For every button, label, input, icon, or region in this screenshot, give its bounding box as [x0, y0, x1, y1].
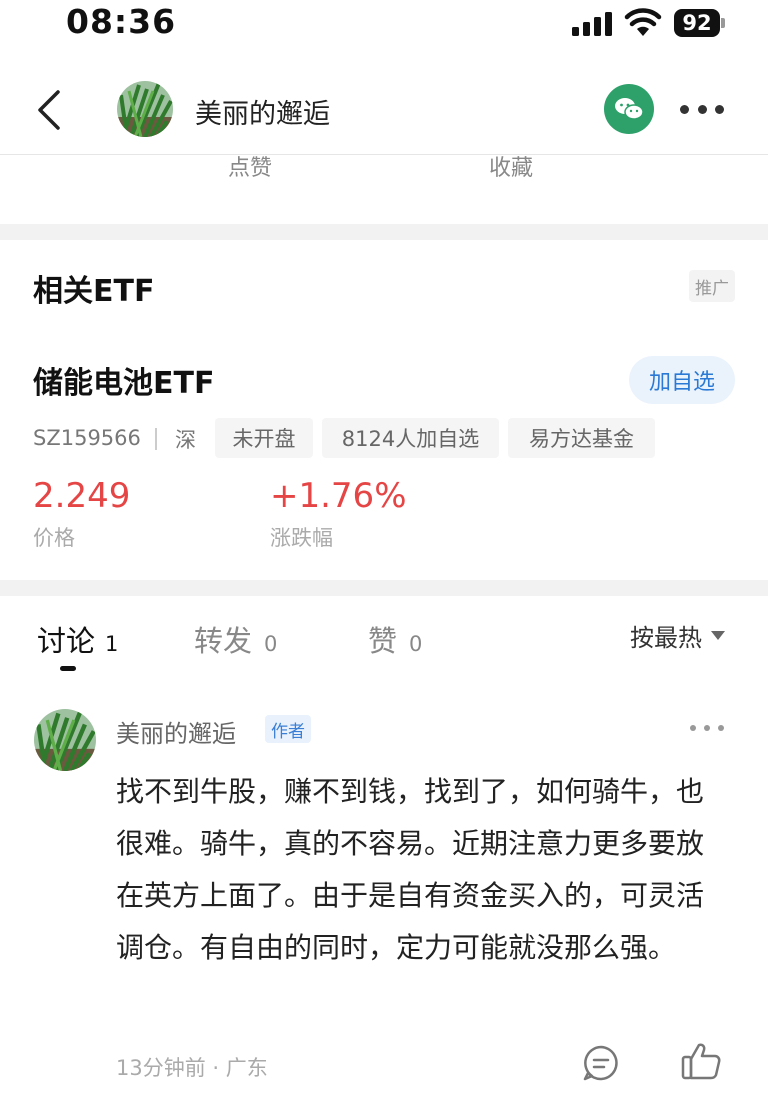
author-badge: 作者 — [265, 715, 311, 743]
promo-badge: 推广 — [689, 270, 735, 302]
battery-indicator: 92 — [674, 9, 726, 37]
wechat-share-button[interactable] — [604, 84, 654, 134]
nav-title[interactable]: 美丽的邂逅 — [195, 92, 330, 131]
tab-count: 0 — [409, 632, 423, 656]
sort-dropdown[interactable]: 按最热 — [630, 618, 725, 653]
tab-discussion[interactable]: 讨论 1 — [37, 618, 118, 660]
battery-level: 92 — [674, 9, 720, 37]
tab-label: 赞 — [368, 624, 398, 658]
price-value: 2.249 — [33, 476, 131, 516]
thumbs-up-icon[interactable] — [680, 1040, 722, 1082]
add-watchlist-button[interactable]: 加自选 — [629, 356, 735, 404]
code-separator — [155, 428, 157, 450]
tab-label: 讨论 — [37, 624, 96, 658]
comment-meta: 13分钟前 · 广东 — [116, 1056, 268, 1080]
price-label: 价格 — [33, 526, 75, 550]
section-divider — [0, 224, 768, 240]
etf-market: 深 — [175, 428, 196, 452]
nav-divider — [0, 154, 768, 155]
fund-company-tag: 易方达基金 — [508, 418, 655, 458]
tab-repost[interactable]: 转发 0 — [194, 618, 277, 660]
tab-label: 转发 — [194, 624, 253, 658]
active-tab-indicator — [60, 666, 76, 671]
cellular-signal-icon — [572, 12, 612, 36]
change-label: 涨跌幅 — [270, 526, 333, 550]
status-time: 08:36 — [66, 2, 177, 41]
etf-code: SZ159566 — [33, 426, 141, 450]
change-value: +1.76% — [270, 476, 407, 516]
market-status-tag: 未开盘 — [215, 418, 313, 458]
chevron-down-icon — [711, 631, 725, 640]
tab-likes[interactable]: 赞 0 — [368, 618, 422, 660]
back-arrow-icon[interactable] — [30, 86, 70, 134]
section-divider — [0, 580, 768, 596]
etf-name[interactable]: 储能电池ETF — [33, 358, 214, 402]
commenter-name[interactable]: 美丽的邂逅 — [116, 714, 236, 749]
comment-body: 找不到牛股，赚不到钱，找到了，如何骑牛，也很难。骑牛，真的不容易。近期注意力更多… — [116, 775, 705, 964]
favorite-action[interactable]: 收藏 — [489, 150, 533, 182]
author-avatar[interactable] — [117, 81, 173, 137]
tab-count: 0 — [264, 632, 278, 656]
tab-count: 1 — [105, 632, 119, 656]
watchers-tag: 8124人加自选 — [322, 418, 499, 458]
like-action[interactable]: 点赞 — [228, 150, 272, 182]
more-icon[interactable] — [680, 96, 724, 122]
wifi-icon — [624, 8, 662, 36]
wechat-icon — [615, 98, 644, 120]
comment-more-icon[interactable] — [690, 722, 724, 734]
related-etf-heading: 相关ETF — [33, 274, 155, 309]
reply-icon[interactable] — [582, 1044, 620, 1082]
commenter-avatar[interactable] — [34, 709, 96, 771]
sort-label: 按最热 — [630, 624, 702, 652]
